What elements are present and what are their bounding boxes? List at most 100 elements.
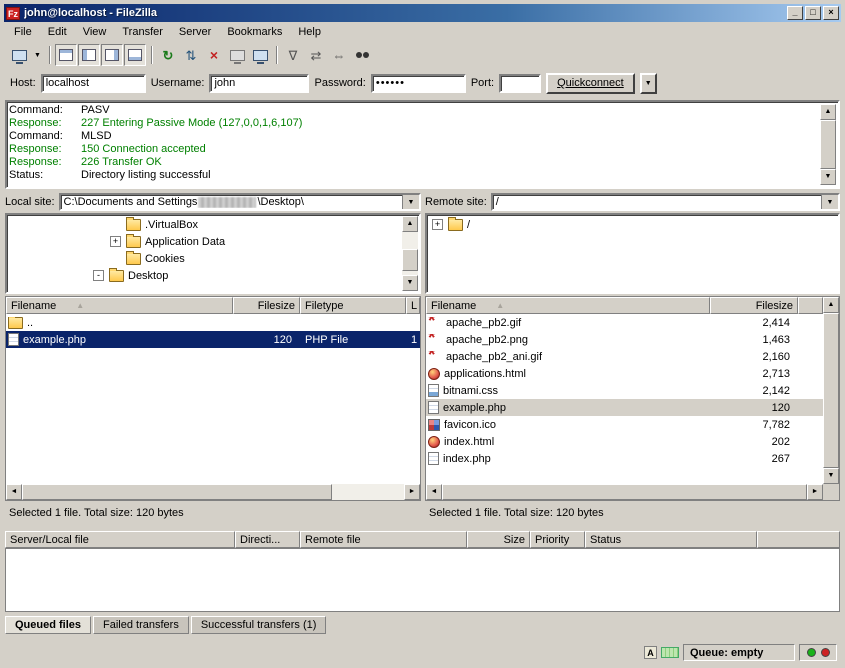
cancel-button[interactable]: × (203, 44, 225, 66)
tab-successful-transfers[interactable]: Successful transfers (1) (191, 616, 327, 634)
menu-item[interactable]: Server (171, 23, 219, 41)
scroll-right-button[interactable]: ► (807, 484, 823, 500)
scroll-up-button[interactable]: ▲ (402, 216, 418, 232)
scrollbar-thumb[interactable] (820, 120, 836, 169)
menu-item[interactable]: Transfer (114, 23, 171, 41)
file-row[interactable]: index.php 267 (426, 450, 823, 467)
site-manager-button[interactable] (8, 44, 30, 66)
remote-status-text: Selected 1 file. Total size: 120 bytes (425, 504, 840, 521)
remote-horizontal-scrollbar[interactable]: ◄ ► (426, 484, 823, 500)
column-header-modified[interactable]: L (406, 297, 420, 314)
queue-column-direction[interactable]: Directi... (235, 531, 300, 548)
scrollbar-thumb[interactable] (402, 249, 418, 271)
column-header-filler[interactable] (798, 297, 823, 314)
local-path-dropdown[interactable]: ▼ (402, 195, 419, 209)
scroll-up-button[interactable]: ▲ (823, 297, 839, 313)
file-row[interactable]: applications.html 2,713 (426, 365, 823, 382)
column-header-filesize[interactable]: Filesize (233, 297, 300, 314)
reconnect-button[interactable] (249, 44, 271, 66)
log-line: Command:PASV (9, 104, 820, 117)
window-title: john@localhost - FileZilla (24, 7, 785, 19)
scroll-left-button[interactable]: ◄ (426, 484, 442, 500)
file-icon (428, 351, 442, 363)
queue-column-status[interactable]: Status (585, 531, 757, 548)
file-row[interactable]: apache_pb2.gif 2,414 (426, 314, 823, 331)
queue-column-remote-file[interactable]: Remote file (300, 531, 467, 548)
scroll-up-button[interactable]: ▲ (820, 104, 836, 120)
remote-path-text: / (496, 196, 499, 208)
minimize-button[interactable]: _ (787, 6, 803, 20)
tree-row[interactable]: - Desktop (8, 267, 402, 284)
tree-row[interactable]: + / (428, 216, 837, 233)
file-row[interactable]: example.php 120 PHP File 1 (6, 331, 420, 348)
tree-row[interactable]: Cookies (8, 250, 402, 267)
file-row[interactable]: example.php 120 (426, 399, 823, 416)
binoculars-icon (356, 52, 362, 58)
file-row[interactable]: apache_pb2.png 1,463 (426, 331, 823, 348)
menu-item[interactable]: File (6, 23, 40, 41)
password-input[interactable] (371, 74, 466, 93)
tree-expander[interactable]: + (110, 236, 121, 247)
quickconnect-button[interactable]: Quickconnect (546, 73, 635, 94)
scrollbar-thumb[interactable] (442, 484, 807, 500)
menu-item[interactable]: Help (290, 23, 329, 41)
toggle-queue-button[interactable] (124, 44, 146, 66)
queue-column-server-local-file[interactable]: Server/Local file (5, 531, 235, 548)
quickconnect-dropdown[interactable]: ▼ (640, 73, 657, 94)
tab-failed-transfers[interactable]: Failed transfers (93, 616, 189, 634)
file-row[interactable]: index.html 202 (426, 433, 823, 450)
process-queue-button[interactable]: ⇅ (180, 44, 202, 66)
compare-button[interactable]: ⇄ (305, 44, 327, 66)
username-input[interactable] (209, 74, 309, 93)
column-header-filesize[interactable]: Filesize (710, 297, 798, 314)
toggle-local-tree-button[interactable] (78, 44, 100, 66)
scroll-down-button[interactable]: ▼ (823, 468, 839, 484)
remote-vertical-scrollbar[interactable]: ▲ ▼ (823, 297, 839, 484)
close-button[interactable]: × (823, 6, 839, 20)
tree-expander[interactable]: + (432, 219, 443, 230)
column-header-filename[interactable]: Filename▲ (6, 297, 233, 314)
tree-row[interactable]: .VirtualBox (8, 216, 402, 233)
local-site-row: Local site: C:\Documents and Settings\De… (5, 192, 421, 212)
local-tree-scrollbar[interactable]: ▲ ▼ (402, 216, 418, 291)
sync-browsing-button[interactable]: ⇔ (328, 44, 350, 66)
file-row[interactable]: favicon.ico 7,782 (426, 416, 823, 433)
toggle-remote-tree-button[interactable] (101, 44, 123, 66)
file-row[interactable]: .. (6, 314, 420, 331)
queue-column-size[interactable]: Size (467, 531, 530, 548)
disconnect-button[interactable] (226, 44, 248, 66)
scroll-right-button[interactable]: ► (404, 484, 420, 500)
file-row[interactable]: apache_pb2_ani.gif 2,160 (426, 348, 823, 365)
scroll-left-button[interactable]: ◄ (6, 484, 22, 500)
queue-column-priority[interactable]: Priority (530, 531, 585, 548)
remote-path-dropdown[interactable]: ▼ (821, 195, 838, 209)
host-input[interactable] (41, 74, 146, 93)
toggle-log-button[interactable] (55, 44, 77, 66)
scrollbar-thumb[interactable] (823, 313, 839, 468)
scroll-down-button[interactable]: ▼ (402, 275, 418, 291)
menu-item[interactable]: Bookmarks (219, 23, 290, 41)
menu-item[interactable]: View (75, 23, 115, 41)
file-icon (8, 317, 23, 329)
scroll-down-button[interactable]: ▼ (820, 169, 836, 185)
column-header-filename[interactable]: Filename▲ (426, 297, 710, 314)
find-files-button[interactable] (351, 44, 373, 66)
refresh-button[interactable]: ↻ (157, 44, 179, 66)
tab-queued-files[interactable]: Queued files (5, 616, 91, 634)
site-manager-dropdown[interactable]: ▼ (31, 44, 44, 66)
tree-expander[interactable]: - (93, 270, 104, 281)
filter-button[interactable]: ∇ (282, 44, 304, 66)
column-header-filetype[interactable]: Filetype (300, 297, 406, 314)
file-row[interactable]: bitnami.css 2,142 (426, 382, 823, 399)
port-input[interactable] (499, 74, 541, 93)
queue-list[interactable] (5, 548, 840, 612)
tree-label: / (467, 219, 470, 231)
local-path-combobox[interactable]: C:\Documents and Settings\Desktop\ ▼ (59, 193, 421, 211)
scrollbar-thumb[interactable] (22, 484, 332, 500)
local-horizontal-scrollbar[interactable]: ◄ ► (6, 484, 420, 500)
maximize-button[interactable]: □ (805, 6, 821, 20)
remote-path-combobox[interactable]: / ▼ (491, 193, 840, 211)
log-scrollbar[interactable]: ▲ ▼ (820, 104, 836, 185)
menu-item[interactable]: Edit (40, 23, 75, 41)
tree-row[interactable]: + Application Data (8, 233, 402, 250)
